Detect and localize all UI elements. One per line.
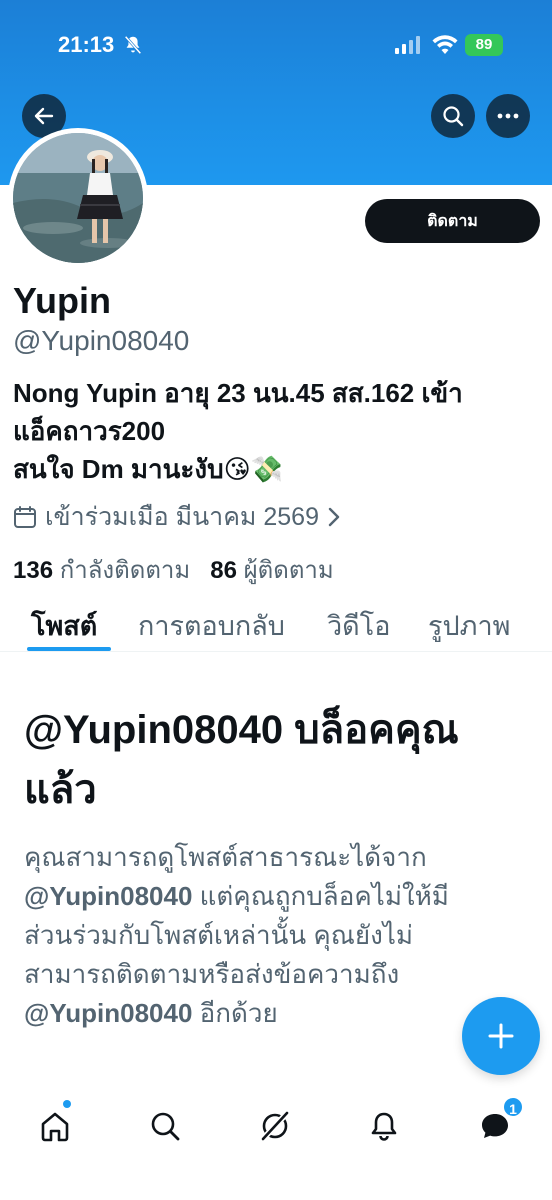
following-label: กำลังติดตาม	[59, 557, 191, 584]
desc-line: ส่วนร่วมกับโพสต์เหล่านั้น คุณยังไม่	[24, 920, 414, 950]
followers-label: ผู้ติดตาม	[243, 557, 334, 584]
desc-line: สามารถติดตามหรือส่งข้อความถึง	[24, 959, 400, 989]
tab-videos[interactable]: วิดีโอ	[327, 604, 390, 647]
plus-icon	[488, 1023, 514, 1049]
bell-icon	[371, 1112, 397, 1141]
desc-line: @Yupin08040 อีกด้วย	[24, 994, 529, 1033]
following-link[interactable]: 136 กำลังติดตาม	[13, 557, 190, 584]
status-bar: 21:13 89	[0, 0, 552, 90]
cell-signal-icon	[395, 36, 420, 54]
tab-replies[interactable]: การตอบกลับ	[138, 604, 285, 647]
desc-line: คุณสามารถดูโพสต์สาธารณะได้จาก	[24, 842, 427, 872]
more-icon	[497, 113, 519, 119]
blocked-title-line: แล้ว	[24, 768, 97, 812]
search-icon	[151, 1112, 180, 1141]
status-time: 21:13	[58, 32, 115, 57]
battery-indicator: 89	[465, 34, 503, 56]
messages-badge: 1	[502, 1096, 524, 1118]
desc-text: แต่คุณถูกบล็อคไม่ให้มี	[192, 881, 449, 911]
chevron-right-icon	[328, 507, 340, 527]
followers-count: 86	[210, 557, 237, 584]
avatar-photo	[13, 133, 143, 263]
bio-line: Nong Yupin อายุ 23 นน.45 สส.162 เข้า	[13, 378, 463, 408]
joined-label: เข้าร่วมเมือ มีนาคม 2569	[45, 503, 319, 531]
active-tab-indicator	[27, 647, 111, 651]
home-unread-dot	[63, 1100, 71, 1108]
back-arrow-icon	[34, 107, 54, 125]
follow-button[interactable]: ติดตาม	[365, 199, 540, 243]
grok-icon	[260, 1110, 290, 1142]
profile-handle: @Yupin08040	[13, 325, 190, 356]
profile-bio: Nong Yupin อายุ 23 นน.45 สส.162 เข้า แอ็…	[13, 374, 543, 488]
desc-text: อีกด้วย	[192, 998, 278, 1028]
display-name: Yupin	[13, 280, 111, 321]
following-count: 136	[13, 557, 54, 584]
avatar-photo-illustration	[13, 133, 143, 263]
search-icon	[443, 106, 464, 127]
profile-tabs: โพสต์ การตอบกลับ วิดีโอ รูปภาพ	[0, 600, 552, 652]
nav-grok[interactable]	[251, 1102, 299, 1150]
search-button[interactable]	[431, 94, 475, 138]
wifi-icon	[432, 35, 458, 54]
tab-photos[interactable]: รูปภาพ	[428, 604, 510, 647]
calendar-icon	[14, 506, 36, 528]
bio-line: แอ็คถาวร200	[13, 416, 166, 446]
follow-stats: 136 กำลังติดตาม 86 ผู้ติดตาม	[13, 550, 334, 589]
bottom-nav	[0, 1090, 552, 1200]
nav-home[interactable]	[31, 1102, 79, 1150]
bio-line: สนใจ Dm มานะงับ😘💸	[13, 454, 284, 484]
handle-link[interactable]: @Yupin08040	[24, 881, 192, 911]
bell-off-icon	[124, 35, 142, 55]
more-button[interactable]	[486, 94, 530, 138]
compose-button[interactable]	[462, 997, 540, 1075]
blocked-title-line: @Yupin08040 บล็อคคุณ	[24, 708, 459, 752]
nav-search[interactable]	[141, 1102, 189, 1150]
blocked-title: @Yupin08040 บล็อคคุณ แล้ว	[24, 700, 534, 820]
blocked-description: คุณสามารถดูโพสต์สาธารณะได้จาก @Yupin0804…	[24, 838, 529, 1033]
tab-posts[interactable]: โพสต์	[31, 604, 97, 647]
handle-link[interactable]: @Yupin08040	[24, 998, 192, 1028]
home-icon	[41, 1112, 69, 1142]
joined-date[interactable]: เข้าร่วมเมือ มีนาคม 2569	[13, 497, 341, 537]
desc-line: @Yupin08040 แต่คุณถูกบล็อคไม่ให้มี	[24, 877, 529, 916]
avatar[interactable]	[8, 128, 148, 268]
followers-link[interactable]: 86 ผู้ติดตาม	[210, 557, 334, 584]
nav-notifications[interactable]	[360, 1102, 408, 1150]
